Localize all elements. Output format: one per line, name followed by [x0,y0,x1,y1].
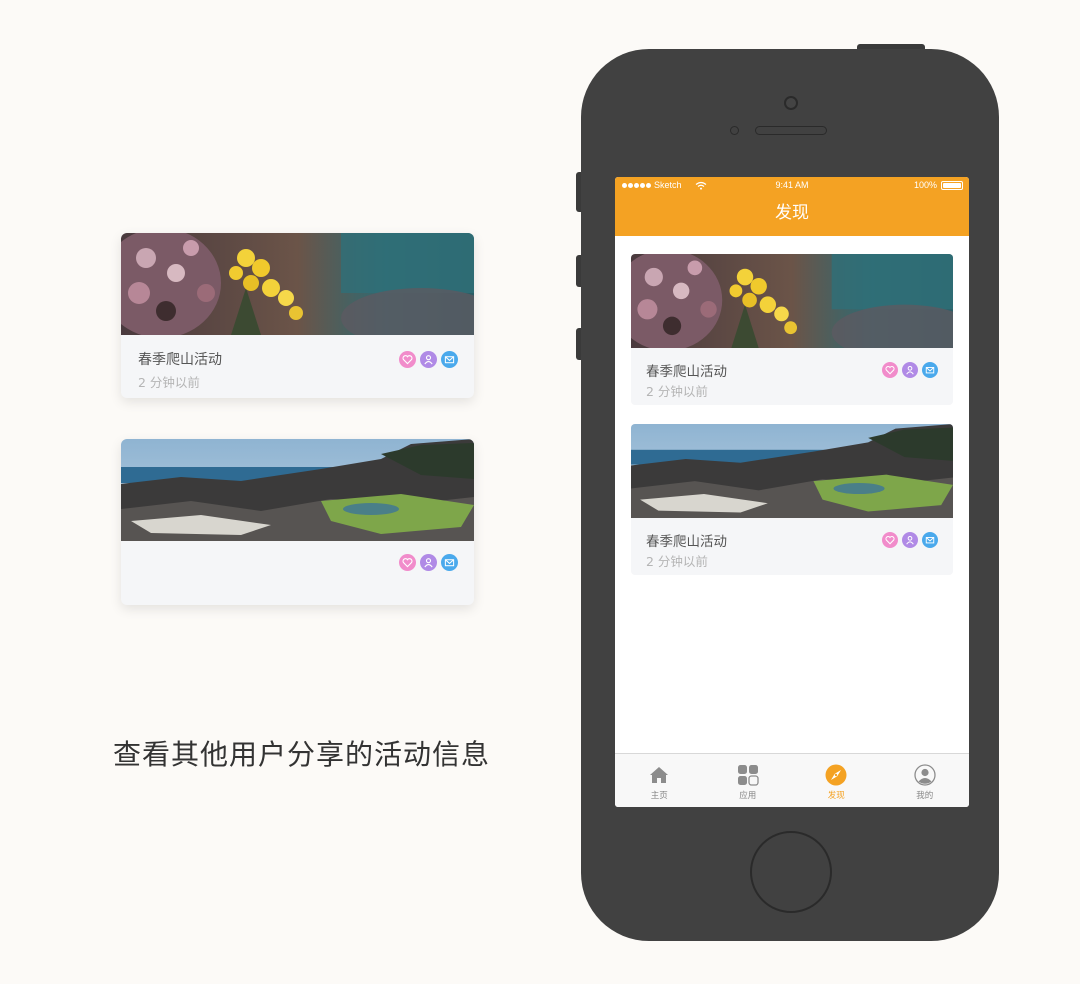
activity-card[interactable]: 春季爬山活动 2 分钟以前 [631,424,953,575]
rocky-coast-photo [121,439,474,541]
preview-card-2[interactable] [121,439,474,605]
flower-photo [631,254,953,348]
feature-caption: 查看其他用户分享的活动信息 [113,738,491,771]
tab-apps[interactable]: 应用 [704,754,793,807]
profile-icon [914,764,936,786]
rocky-coast-photo [631,424,953,518]
card-actions [882,362,938,378]
battery-percent: 100% [913,180,937,190]
heart-icon[interactable] [399,351,416,368]
user-icon[interactable] [902,532,918,548]
tab-profile[interactable]: 我的 [881,754,970,807]
card-title: 春季爬山活动 [138,352,222,368]
phone-screen: Sketch 9:41 AM 100% 发现 春季爬山活动 2 分钟以前 春季爬… [615,177,969,807]
flower-photo [121,233,474,335]
card-actions [399,554,458,571]
home-icon [650,767,669,783]
card-title: 春季爬山活动 [646,534,727,550]
card-actions [882,532,938,548]
tab-label: 主页 [650,791,668,801]
status-bar: Sketch 9:41 AM 100% [615,177,969,195]
earpiece-speaker [755,126,827,135]
tab-label: 我的 [916,791,934,801]
preview-card-1[interactable]: 春季爬山活动 2 分钟以前 [121,233,474,398]
tab-discover[interactable]: 发现 [792,754,881,807]
mail-icon[interactable] [922,532,938,548]
activity-card[interactable]: 春季爬山活动 2 分钟以前 [631,254,953,405]
battery-status: 100% [914,180,963,190]
card-title: 春季爬山活动 [646,364,727,380]
mail-icon[interactable] [441,554,458,571]
heart-icon[interactable] [399,554,416,571]
card-actions [399,351,458,368]
user-icon[interactable] [420,351,437,368]
compass-icon [825,764,847,786]
apps-icon [737,765,759,786]
tab-label: 发现 [827,791,845,801]
user-icon[interactable] [902,362,918,378]
tab-bar: 主页 应用 发现 我的 [615,753,969,807]
battery-icon [941,180,963,190]
tab-label: 应用 [739,791,757,801]
home-button[interactable] [750,831,832,913]
user-icon[interactable] [420,554,437,571]
mail-icon[interactable] [922,362,938,378]
card-timestamp: 2 分钟以前 [646,384,708,399]
mail-icon[interactable] [441,351,458,368]
card-timestamp: 2 分钟以前 [138,375,200,390]
card-timestamp: 2 分钟以前 [646,554,708,569]
nav-title: 发现 [615,195,969,236]
front-camera [784,96,798,110]
heart-icon[interactable] [882,532,898,548]
tab-home[interactable]: 主页 [615,754,704,807]
proximity-sensor [730,126,739,135]
heart-icon[interactable] [882,362,898,378]
